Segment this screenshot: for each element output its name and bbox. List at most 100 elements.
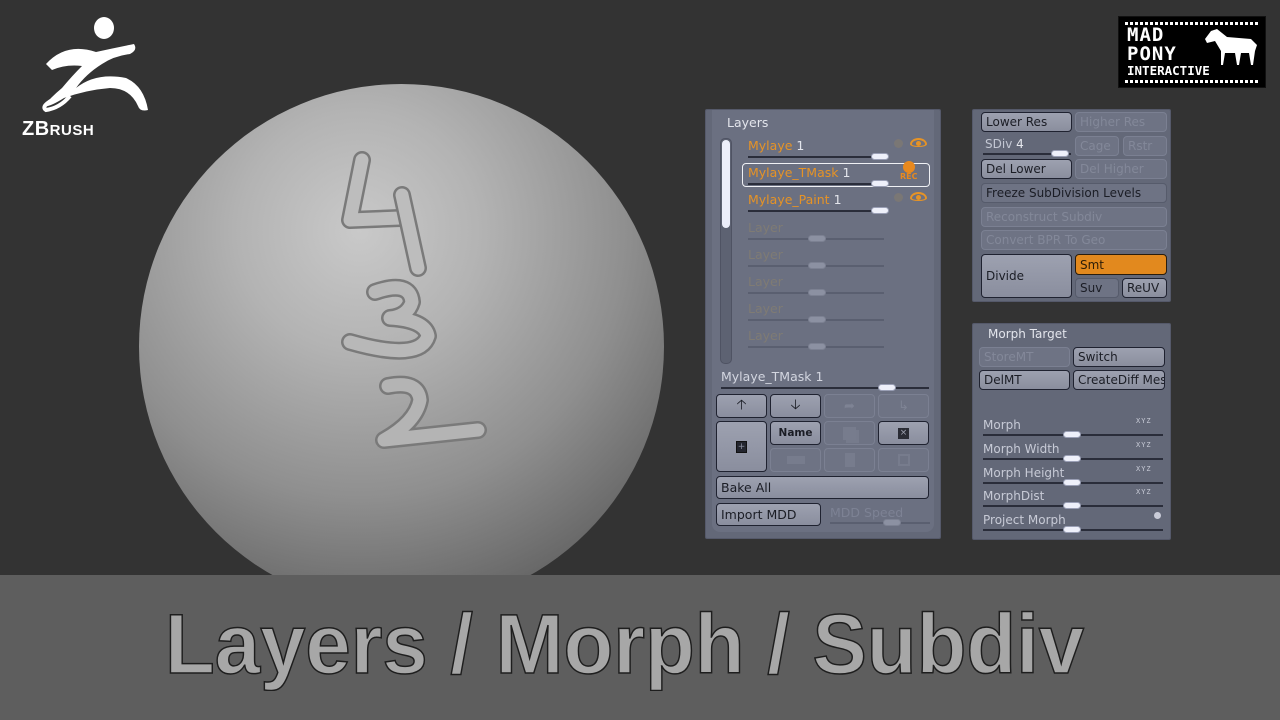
layer-intensity-slider[interactable] bbox=[748, 183, 888, 185]
import-mdd-button[interactable]: Import MDD bbox=[716, 503, 821, 526]
mdd-speed-slider[interactable] bbox=[830, 522, 930, 524]
eye-visibility-icon[interactable] bbox=[910, 138, 927, 147]
eye-pupil bbox=[916, 195, 921, 200]
xyz-axis-toggle[interactable]: XYZ bbox=[1136, 488, 1152, 496]
sdiv-label: SDiv 4 bbox=[985, 137, 1024, 151]
cage-button[interactable]: Cage bbox=[1075, 136, 1119, 156]
delete-icon: × bbox=[898, 427, 909, 439]
layer-row[interactable]: Layer bbox=[748, 247, 783, 262]
divide-button[interactable]: Divide bbox=[981, 254, 1072, 298]
redo-arrow-button[interactable]: ➦ bbox=[824, 394, 875, 418]
layer-name-button[interactable]: Name bbox=[770, 421, 821, 445]
sdiv-slider-knob[interactable] bbox=[1051, 150, 1069, 157]
mdd-speed-label: MDD Speed bbox=[830, 505, 904, 520]
zbrush-wordmark: ZBRUSH bbox=[22, 118, 95, 140]
move-up-icon: 🡡 bbox=[736, 397, 747, 413]
layer-intensity-knob[interactable] bbox=[871, 207, 889, 214]
layer-row[interactable]: Layer bbox=[748, 220, 783, 235]
create-diff-mesh-button[interactable]: CreateDiff Mesh bbox=[1073, 370, 1165, 390]
xyz-axis-toggle[interactable]: XYZ bbox=[1136, 441, 1152, 449]
xyz-axis-toggle[interactable]: XYZ bbox=[1136, 417, 1152, 425]
new-layer-button[interactable]: + bbox=[716, 421, 767, 472]
morph-slider-knob[interactable] bbox=[1063, 502, 1081, 509]
switch-button[interactable]: Switch bbox=[1073, 347, 1165, 367]
morph-slider-knob[interactable] bbox=[1063, 455, 1081, 462]
move-down-icon: 🡣 bbox=[790, 397, 801, 413]
layers-scroll-thumb[interactable] bbox=[722, 140, 730, 228]
layers-scrollbar[interactable] bbox=[720, 138, 732, 364]
video-title: Layers / Morph / Subdiv bbox=[164, 596, 1085, 692]
copy-layer-button[interactable] bbox=[878, 448, 929, 472]
del-higher-button[interactable]: Del Higher bbox=[1075, 159, 1167, 179]
layer-name: Layer bbox=[748, 301, 783, 316]
chain-border bbox=[1125, 80, 1259, 83]
morph-slider-knob[interactable] bbox=[1063, 479, 1081, 486]
delete-layer-button[interactable]: × bbox=[878, 421, 929, 445]
layer-row[interactable]: Mylaye_Paint 1 bbox=[748, 192, 842, 207]
morph-target-header: Morph Target bbox=[988, 327, 1067, 341]
current-layer-slider-knob[interactable] bbox=[878, 384, 896, 391]
move-layer-down-button[interactable]: 🡣 bbox=[770, 394, 821, 418]
curved-arrow-icon: ➦ bbox=[844, 398, 855, 414]
layer-intensity-knob[interactable] bbox=[871, 180, 889, 187]
layer-name: Layer bbox=[748, 328, 783, 343]
rstr-button[interactable]: Rstr bbox=[1123, 136, 1167, 156]
layer-row[interactable]: Mylaye 1 bbox=[748, 138, 804, 153]
morph-slider-label: Morph Height bbox=[983, 466, 1065, 480]
suv-toggle[interactable]: Suv bbox=[1075, 278, 1119, 298]
morph-slider-label: Project Morph bbox=[983, 513, 1066, 527]
freeze-subdivision-button[interactable]: Freeze SubDivision Levels bbox=[981, 183, 1167, 203]
layer-intensity-knob[interactable] bbox=[808, 289, 826, 296]
layer-intensity-knob[interactable] bbox=[808, 316, 826, 323]
convert-bpr-button[interactable]: Convert BPR To Geo bbox=[981, 230, 1167, 250]
move-layer-up-button[interactable]: 🡡 bbox=[716, 394, 767, 418]
duplicate-icon bbox=[843, 426, 856, 440]
logo-text: PONY bbox=[1127, 43, 1177, 65]
reuv-button[interactable]: ReUV bbox=[1122, 278, 1167, 298]
rec-label: REC bbox=[900, 172, 918, 181]
layer-intensity-knob[interactable] bbox=[808, 343, 826, 350]
mdd-speed-knob[interactable] bbox=[883, 519, 901, 526]
higher-res-button[interactable]: Higher Res bbox=[1075, 112, 1167, 132]
lower-res-button[interactable]: Lower Res bbox=[981, 112, 1072, 132]
layer-name: Layer bbox=[748, 274, 783, 289]
zbrush-runner-icon bbox=[42, 17, 148, 113]
layer-intensity-knob[interactable] bbox=[808, 262, 826, 269]
split-icon bbox=[844, 453, 855, 467]
xyz-axis-toggle[interactable]: XYZ bbox=[1136, 465, 1152, 473]
smt-toggle[interactable]: Smt bbox=[1075, 254, 1167, 275]
layer-name: Mylaye_Paint bbox=[748, 192, 830, 207]
reconstruct-subdiv-button[interactable]: Reconstruct Subdiv bbox=[981, 207, 1167, 227]
layer-value: 1 bbox=[833, 192, 842, 207]
merge-down-button[interactable] bbox=[770, 448, 821, 472]
current-layer-slider[interactable] bbox=[721, 387, 929, 389]
copy-icon bbox=[897, 454, 910, 466]
layer-intensity-knob[interactable] bbox=[871, 153, 889, 160]
layer-intensity-slider[interactable] bbox=[748, 156, 888, 158]
layer-value: 1 bbox=[842, 165, 851, 180]
layer-row[interactable]: Layer bbox=[748, 301, 783, 316]
record-toggle-icon[interactable] bbox=[894, 139, 903, 148]
morph-slider-knob[interactable] bbox=[1063, 526, 1081, 533]
record-toggle-icon[interactable] bbox=[894, 193, 903, 202]
layer-row[interactable]: Layer bbox=[748, 328, 783, 343]
sculpted-digits bbox=[341, 151, 487, 449]
layer-row[interactable]: Mylaye_TMask 1 bbox=[748, 165, 850, 180]
store-mt-button[interactable]: StoreMT bbox=[979, 347, 1070, 367]
project-morph-toggle-icon[interactable] bbox=[1154, 512, 1161, 519]
del-lower-button[interactable]: Del Lower bbox=[981, 159, 1072, 179]
layer-row[interactable]: Layer bbox=[748, 274, 783, 289]
layer-intensity-slider[interactable] bbox=[748, 210, 888, 212]
layer-name: Mylaye bbox=[748, 138, 793, 153]
horse-icon bbox=[1205, 29, 1257, 65]
morph-slider-knob[interactable] bbox=[1063, 431, 1081, 438]
merge-icon bbox=[786, 456, 805, 464]
layer-value: 1 bbox=[796, 138, 805, 153]
layer-intensity-knob[interactable] bbox=[808, 235, 826, 242]
bend-arrow-button[interactable]: ↳ bbox=[878, 394, 929, 418]
bake-all-button[interactable]: Bake All bbox=[716, 476, 929, 499]
del-mt-button[interactable]: DelMT bbox=[979, 370, 1070, 390]
eye-visibility-icon[interactable] bbox=[910, 192, 927, 201]
split-layer-button[interactable] bbox=[824, 448, 875, 472]
duplicate-layer-button[interactable] bbox=[824, 421, 875, 445]
